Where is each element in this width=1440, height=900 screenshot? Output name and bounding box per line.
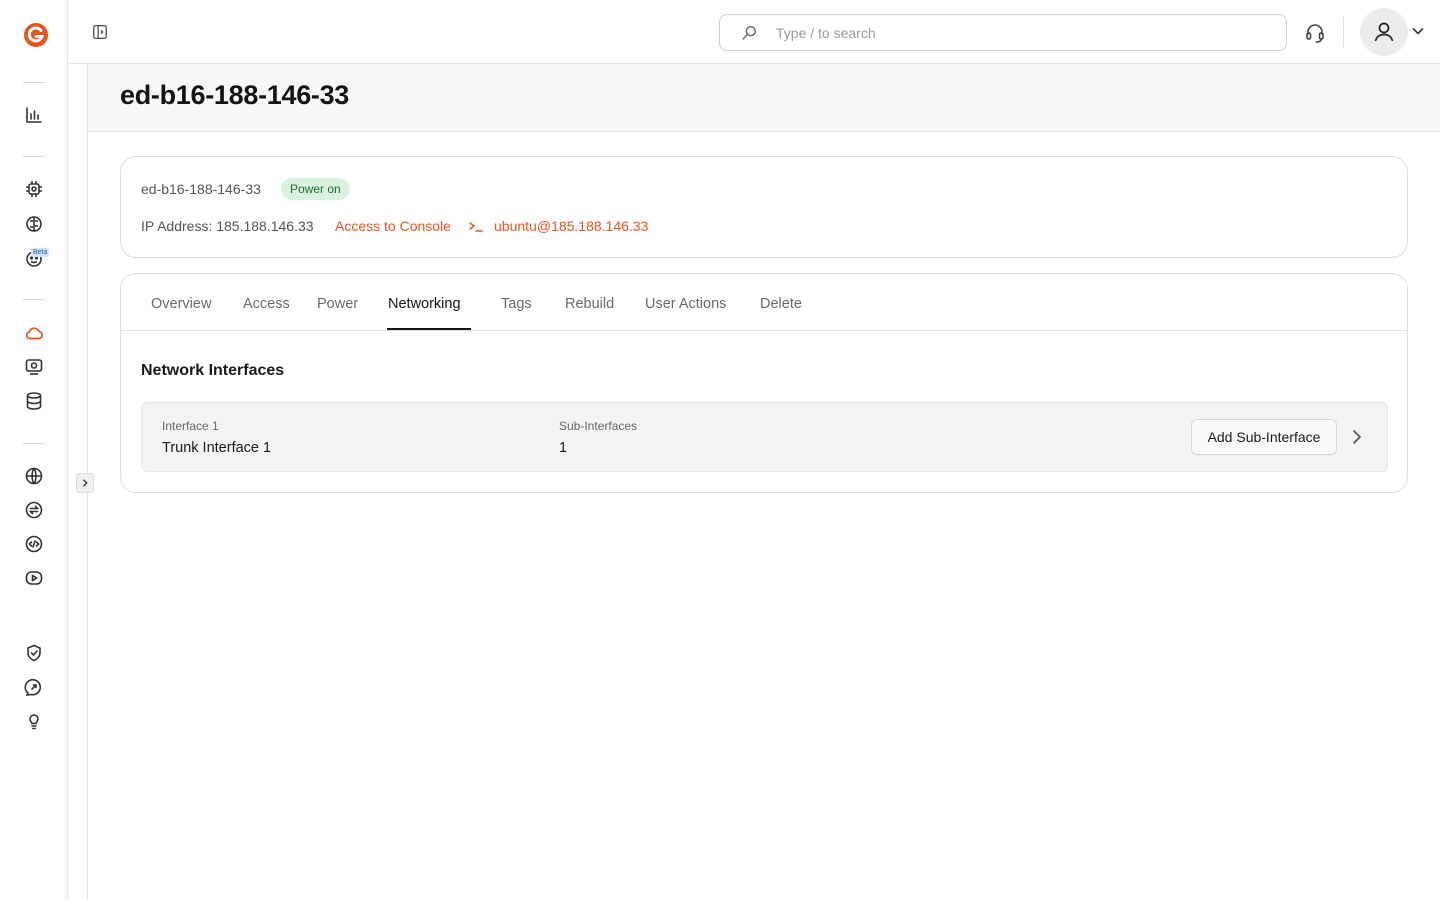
- shield-icon[interactable]: [23, 642, 45, 664]
- left-rail: Beta: [0, 0, 68, 900]
- tab-overview[interactable]: Overview: [151, 296, 211, 312]
- tab-power[interactable]: Power: [317, 296, 358, 312]
- globe-icon[interactable]: [23, 465, 45, 487]
- tab-rebuild[interactable]: Rebuild: [565, 296, 614, 312]
- analytics-icon[interactable]: [23, 104, 45, 126]
- tab-user-actions[interactable]: User Actions: [645, 296, 726, 312]
- interface-name: Trunk Interface 1: [162, 440, 272, 456]
- tab-tags[interactable]: Tags: [501, 296, 532, 312]
- access-console-link[interactable]: Access to Console: [335, 218, 451, 234]
- chip-icon[interactable]: [23, 178, 45, 200]
- media-icon[interactable]: [23, 567, 45, 589]
- rail-divider: [23, 82, 45, 83]
- cloud-icon[interactable]: [23, 322, 45, 344]
- sub-interfaces-count: 1: [559, 440, 568, 456]
- tab-networking[interactable]: Networking: [388, 296, 461, 312]
- search-input[interactable]: [776, 24, 1256, 41]
- topbar-divider: [1343, 17, 1344, 47]
- rail-divider: [23, 299, 45, 300]
- exchange-icon[interactable]: [23, 499, 45, 521]
- server-info-card: ed-b16-188-146-33 Power on IP Address: 1…: [120, 156, 1408, 258]
- lightbulb-icon[interactable]: [23, 710, 45, 732]
- page-header: ed-b16-188-146-33: [88, 64, 1440, 132]
- active-tab-indicator: [387, 328, 471, 330]
- avatar[interactable]: [1360, 8, 1408, 56]
- server-tabs-card: Overview Access Power Networking Tags Re…: [120, 273, 1408, 493]
- chevron-down-icon[interactable]: [1411, 24, 1425, 38]
- interface-label: Interface 1: [162, 419, 219, 433]
- terminal-icon: [469, 222, 483, 232]
- headset-icon[interactable]: [1304, 22, 1326, 44]
- search-icon: [742, 25, 757, 40]
- tab-bar: Overview Access Power Networking Tags Re…: [121, 274, 1407, 331]
- support-chat-icon[interactable]: [23, 676, 45, 698]
- code-icon[interactable]: [23, 533, 45, 555]
- status-badge: Power on: [281, 178, 350, 200]
- section-title: Network Interfaces: [141, 362, 285, 379]
- ip-address: IP Address: 185.188.146.33: [141, 218, 314, 234]
- top-bar: [68, 0, 1440, 64]
- expand-panel-button[interactable]: [76, 473, 94, 493]
- tab-access[interactable]: Access: [243, 296, 290, 312]
- g-logo-icon[interactable]: [22, 21, 50, 49]
- user-icon: [1374, 22, 1394, 42]
- interface-row[interactable]: Interface 1 Trunk Interface 1 Sub-Interf…: [141, 402, 1388, 472]
- ssh-command-link[interactable]: ubuntu@185.188.146.33: [494, 218, 648, 234]
- chevron-right-icon: [83, 479, 88, 487]
- server-hostname: ed-b16-188-146-33: [141, 181, 261, 197]
- beta-badge: Beta: [31, 248, 50, 257]
- rail-divider: [23, 156, 45, 157]
- brain-icon[interactable]: [23, 213, 45, 235]
- rail-divider: [23, 443, 45, 444]
- sidebar-toggle-icon[interactable]: [90, 22, 110, 42]
- tab-delete[interactable]: Delete: [760, 296, 802, 312]
- chevron-right-icon[interactable]: [1349, 427, 1365, 447]
- add-sub-interface-button[interactable]: Add Sub-Interface: [1191, 419, 1337, 455]
- monitor-icon[interactable]: [23, 356, 45, 378]
- database-icon[interactable]: [23, 390, 45, 412]
- sub-interfaces-label: Sub-Interfaces: [559, 419, 638, 433]
- search-box[interactable]: [719, 14, 1287, 51]
- page-title: ed-b16-188-146-33: [120, 80, 350, 110]
